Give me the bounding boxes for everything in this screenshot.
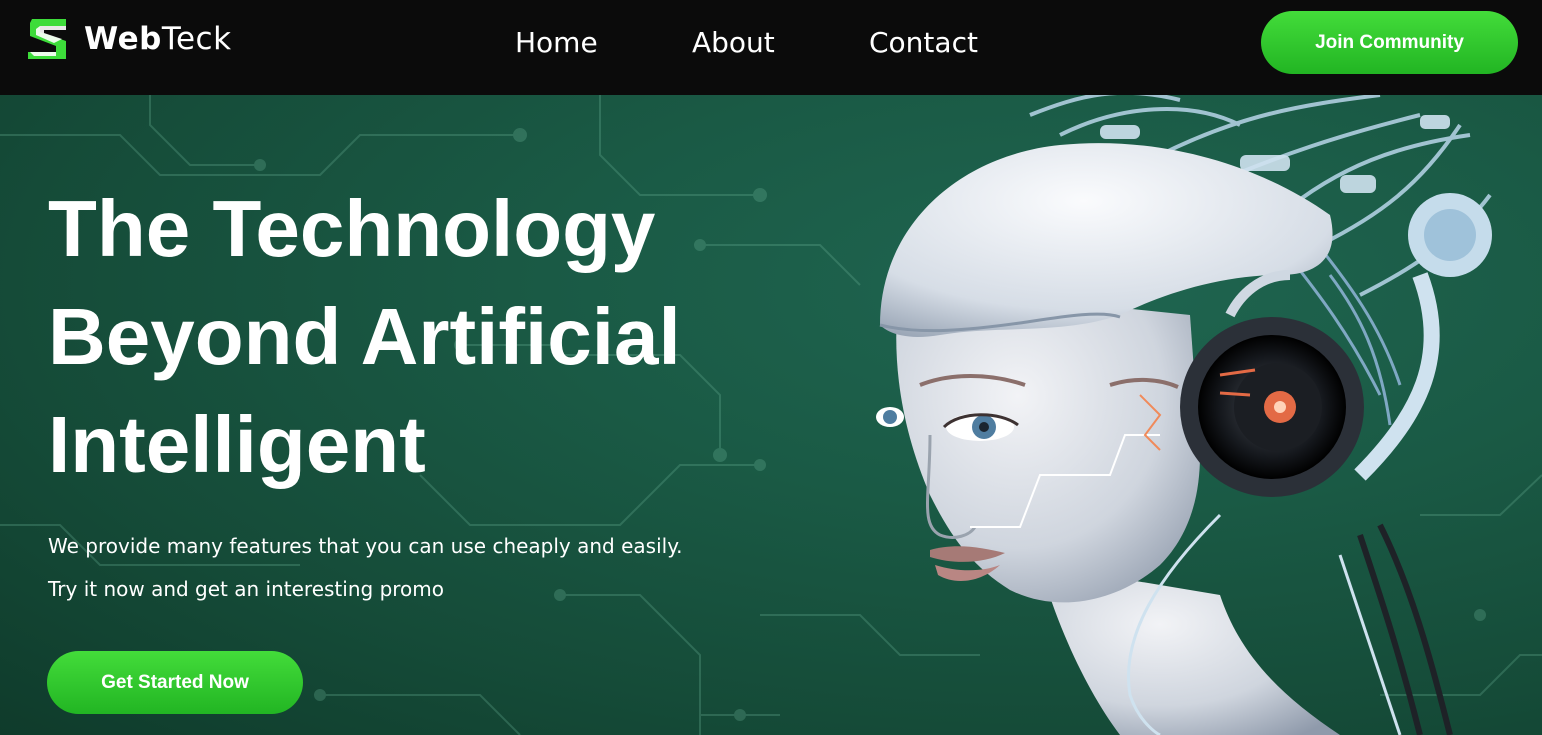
brand-name: WebTeck (84, 21, 232, 57)
hero-title-line-2: Beyond Artificial (48, 292, 681, 381)
hero-description: We provide many features that you can us… (48, 534, 683, 601)
s-shaped-logo-icon (28, 19, 66, 59)
brand-name-regular: Teck (161, 21, 232, 57)
navbar: WebTeck Home About Contact Join Communit… (0, 0, 1542, 95)
nav-link-about[interactable]: About (692, 26, 775, 59)
join-community-button[interactable]: Join Community (1261, 11, 1518, 74)
brand-name-bold: Web (84, 21, 162, 57)
nav-link-home[interactable]: Home (515, 26, 598, 59)
landing-page: WebTeck Home About Contact Join Communit… (0, 0, 1542, 735)
hero-title-line-1: The Technology (48, 184, 656, 273)
android-woman-illustration (876, 95, 1492, 735)
hero-title-line-3: Intelligent (48, 400, 426, 489)
nav-link-contact[interactable]: Contact (869, 26, 978, 59)
brand-logo[interactable]: WebTeck (26, 17, 232, 61)
hero-section: The Technology Beyond Artificial Intelli… (0, 95, 1542, 735)
hero-title: The Technology Beyond Artificial Intelli… (48, 175, 768, 499)
get-started-button[interactable]: Get Started Now (47, 651, 303, 714)
